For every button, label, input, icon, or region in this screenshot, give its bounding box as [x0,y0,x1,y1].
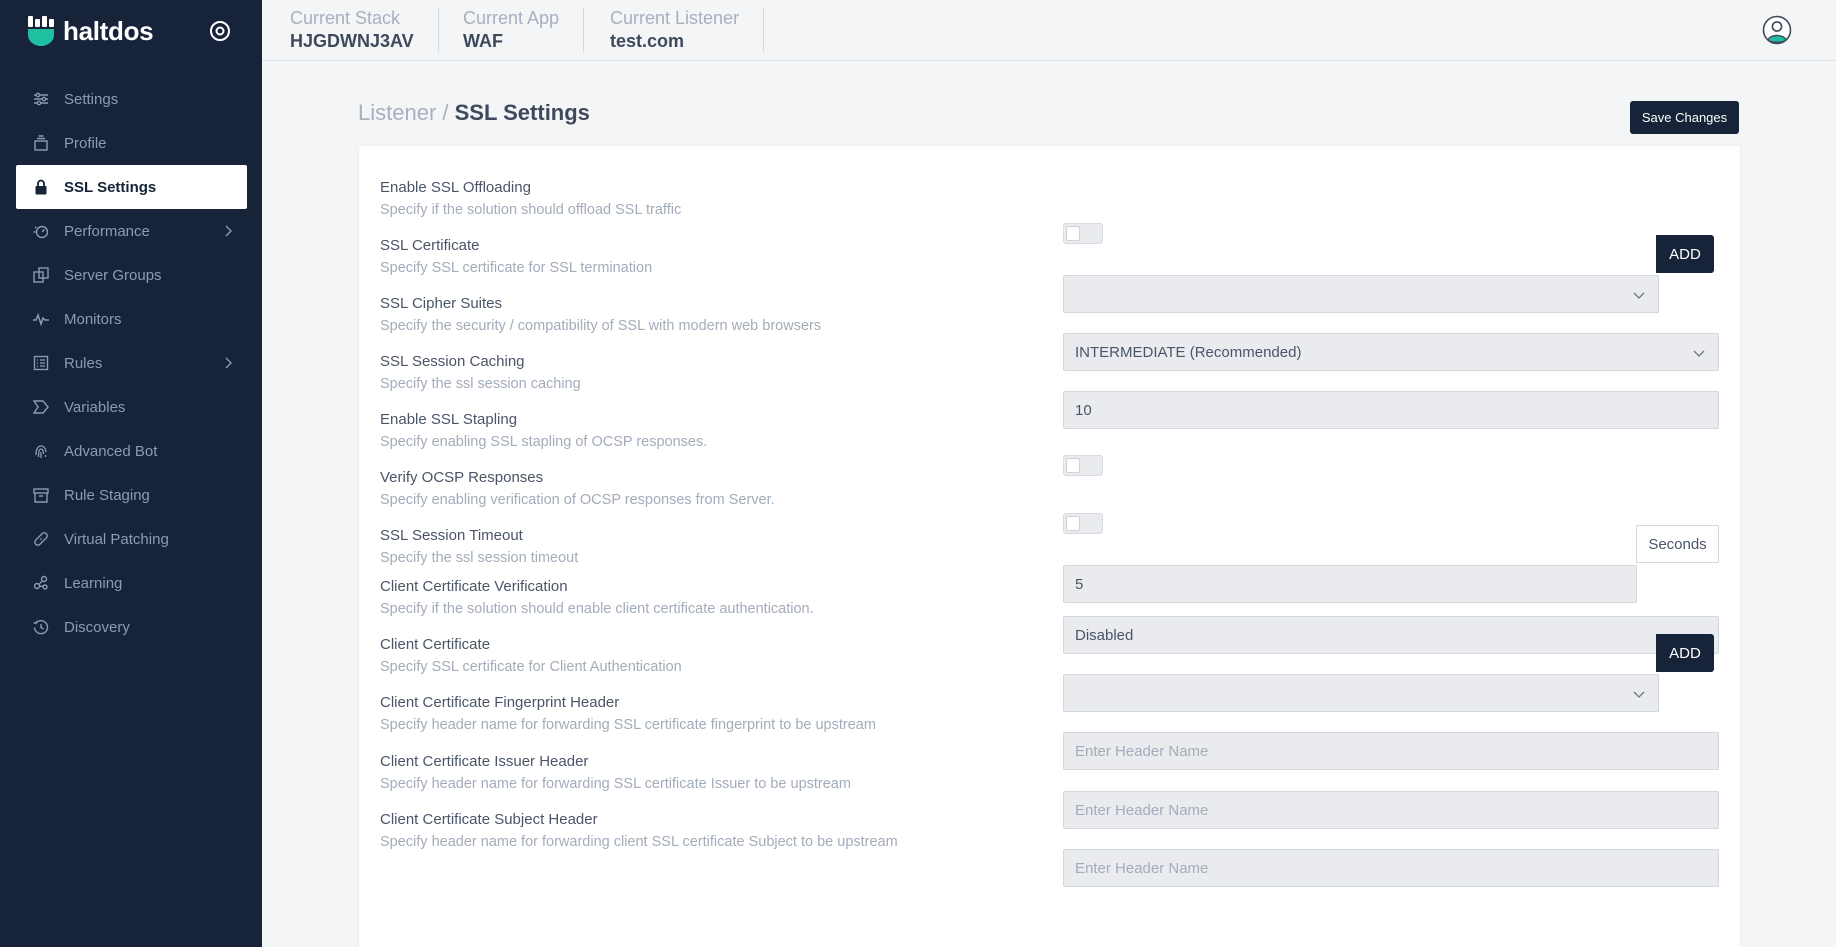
sidebar-item-monitors[interactable]: Monitors [16,297,247,341]
speedometer-icon [33,225,49,239]
sidebar-item-learning[interactable]: Learning [16,561,247,605]
sidebar-item-profile[interactable]: Profile [16,121,247,165]
sliders-icon [34,92,48,106]
sidebar-item-label: Rule Staging [64,486,150,504]
sidebar-item-label: Server Groups [64,266,162,284]
sidebar-item-performance[interactable]: Performance [16,209,247,253]
setting-label: SSL Session Caching [380,353,525,370]
sidebar-item-label: Virtual Patching [64,530,169,548]
sidebar-item-ssl-settings[interactable]: SSL Settings [16,165,247,209]
ssl-certificate-add-button[interactable]: ADD [1656,235,1714,273]
sidebar-item-rules[interactable]: Rules [16,341,247,385]
copy-icon [33,267,49,283]
target-icon[interactable] [208,19,232,43]
sidebar-item-label: Profile [64,134,107,152]
tag-icon [32,400,49,414]
sidebar-item-label: SSL Settings [64,178,157,196]
page-title: SSL Settings [454,100,590,125]
setting-label: SSL Cipher Suites [380,295,503,312]
breadcrumb-parent[interactable]: Listener [358,100,436,125]
setting-row-verify-ocsp-responses: Verify OCSP Responses Specify enabling ve… [380,469,1720,534]
setting-description: Specify if the solution should offload S… [380,202,682,218]
sidebar-nav: Settings Profile SSL Settings Performance Se… [16,77,247,649]
current-stack-value: HJGDWNJ3AV [290,31,414,51]
sidebar-item-label: Variables [64,398,126,416]
current-stack-label: Current Stack [290,8,401,28]
current-stack[interactable]: Current Stack HJGDWNJ3AV [290,8,439,52]
setting-label: Client Certificate [380,636,491,653]
client-certificate-subject-header-input-wrap [1063,849,1719,887]
archive-icon [33,488,49,503]
setting-label: Enable SSL Offloading [380,179,531,196]
sidebar-item-label: Discovery [64,618,130,636]
setting-description: Specify enabling verification of OCSP re… [380,492,775,508]
setting-label: Verify OCSP Responses [380,469,544,486]
current-listener-label: Current Listener [610,8,740,28]
sidebar-item-settings[interactable]: Settings [16,77,247,121]
current-app[interactable]: Current App WAF [463,8,585,52]
current-listener-value: test.com [610,31,685,51]
setting-label: SSL Session Timeout [380,527,523,544]
chevron-right-icon [225,357,232,369]
brand-name: haltdos [63,15,154,46]
sidebar-item-discovery[interactable]: Discovery [16,605,247,649]
history-icon [33,619,49,635]
sidebar-item-advanced-bot[interactable]: Advanced Bot [16,429,247,473]
haltdos-logo-icon [28,16,54,46]
setting-label: Client Certificate Issuer Header [380,753,589,770]
setting-label: SSL Certificate [380,237,480,254]
current-listener[interactable]: Current Listener test.com [610,8,765,52]
client-certificate-add-button[interactable]: ADD [1656,634,1714,672]
ssl-session-timeout-unit: Seconds [1636,525,1719,563]
setting-label: Client Certificate Fingerprint Header [380,694,620,711]
sidebar-item-label: Monitors [64,310,122,328]
graph-icon [33,575,48,590]
setting-row-client-certificate-subject-header: Client Certificate Subject Header Specify… [380,811,1720,889]
save-changes-button[interactable]: Save Changes [1630,101,1739,134]
chevron-right-icon [225,225,232,237]
sidebar-item-label: Performance [64,222,150,240]
sidebar-item-label: Advanced Bot [64,442,158,460]
list-icon [33,355,49,371]
pulse-icon [33,312,49,327]
setting-label: Client Certificate Verification [380,578,568,595]
sidebar-item-server-groups[interactable]: Server Groups [16,253,247,297]
setting-description: Specify enabling SSL stapling of OCSP re… [380,434,708,450]
setting-label: Enable SSL Stapling [380,411,518,428]
sidebar-item-label: Settings [64,90,119,108]
bandage-icon [34,532,48,546]
current-app-value: WAF [463,31,503,51]
topbar: Current Stack HJGDWNJ3AV Current App WAF… [262,0,1836,61]
setting-row-enable-ssl-offloading: Enable SSL Offloading Specify if the solu… [380,179,1720,244]
settings-card: Enable SSL Offloading Specify if the solu… [359,146,1740,947]
breadcrumb: Listener / SSL Settings [358,100,590,126]
sidebar-item-rule-staging[interactable]: Rule Staging [16,473,247,517]
breadcrumb-separator: / [436,100,455,125]
lock-icon [35,179,47,195]
setting-label: Client Certificate Subject Header [380,811,598,828]
fingerprint-icon [35,445,47,458]
sidebar-item-virtual-patching[interactable]: Virtual Patching [16,517,247,561]
sidebar: haltdos Settings Profile SSL Settings Perfo… [0,0,262,947]
client-certificate-subject-header-input[interactable] [1075,859,1707,877]
sidebar-item-label: Rules [64,354,103,372]
sidebar-item-variables[interactable]: Variables [16,385,247,429]
user-avatar-icon[interactable] [1762,15,1792,45]
current-app-label: Current App [463,8,560,28]
sidebar-item-label: Learning [64,574,123,592]
stack-icon [34,135,48,151]
setting-row-enable-ssl-stapling: Enable SSL Stapling Specify enabling SSL … [380,411,1720,476]
brand[interactable]: haltdos [26,14,154,48]
